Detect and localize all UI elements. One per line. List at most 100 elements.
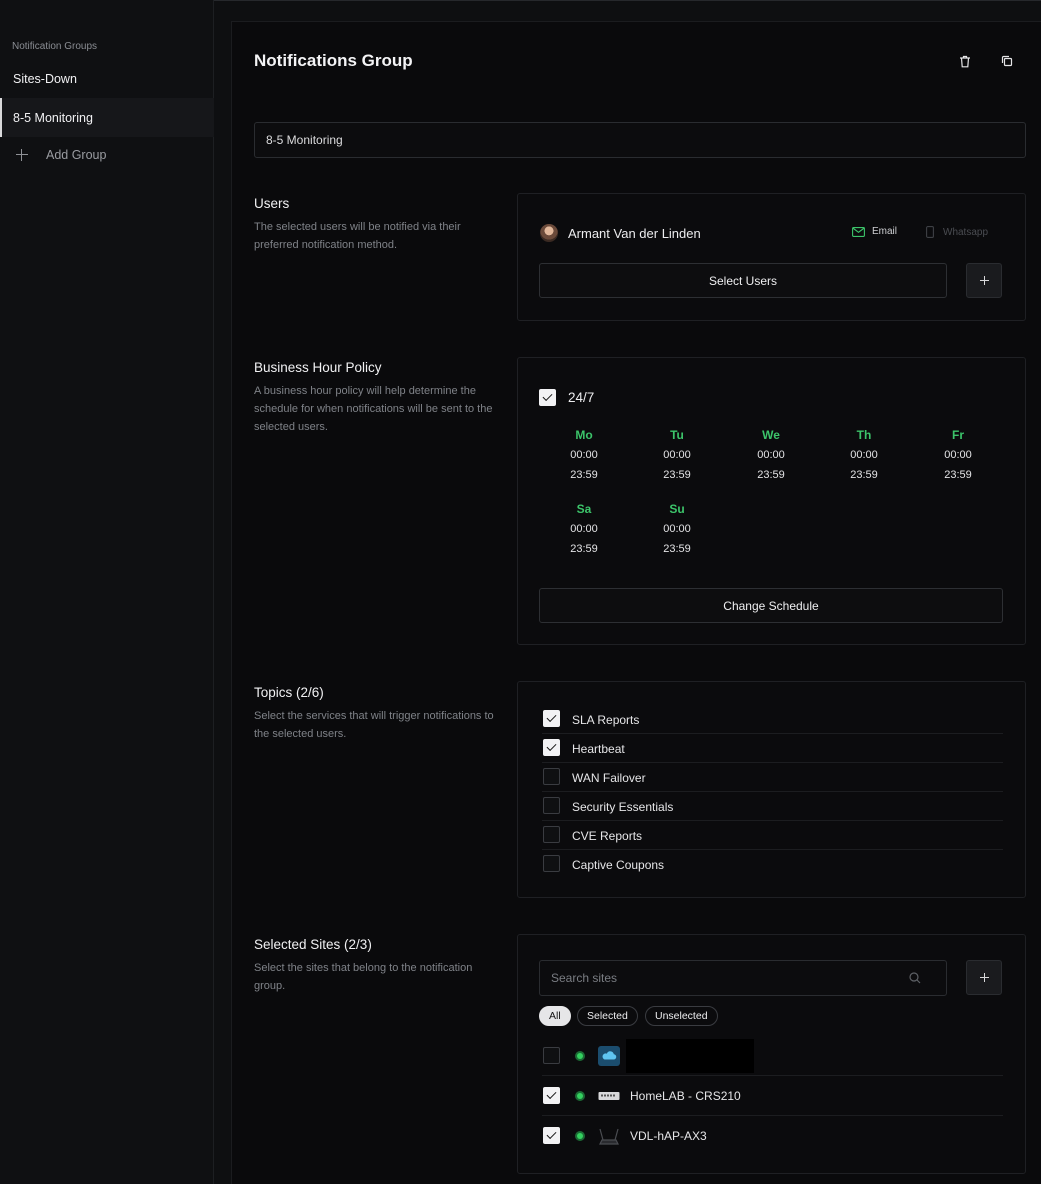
site-checkbox[interactable] [543, 1087, 560, 1104]
day-start: 00:00 [944, 449, 972, 461]
day-end: 23:59 [570, 543, 598, 555]
sidebar-item-label: 8-5 Monitoring [13, 110, 93, 125]
site-row[interactable]: VDL-hAP-AX3 [542, 1116, 1003, 1156]
filter-unselected[interactable]: Unselected [645, 1006, 718, 1026]
sidebar-heading: Notification Groups [12, 41, 98, 52]
site-checkbox[interactable] [543, 1127, 560, 1144]
copy-icon [1001, 55, 1013, 67]
topic-label: Security Essentials [572, 800, 674, 814]
filter-all[interactable]: All [539, 1006, 571, 1026]
day-end: 23:59 [944, 469, 972, 481]
switch-icon [597, 1085, 621, 1107]
topics-section-description: Select the services that will trigger no… [254, 710, 494, 740]
email-toggle[interactable]: Email [852, 226, 897, 237]
day-schedule: Sa 00:00 23:59 [554, 499, 614, 559]
day-end: 23:59 [850, 469, 878, 481]
status-online-icon [575, 1131, 585, 1141]
day-schedule: Su 00:00 23:59 [647, 499, 707, 559]
business-hours-section-description: A business hour policy will help determi… [254, 385, 493, 433]
delete-button[interactable] [954, 50, 976, 72]
select-users-label: Select Users [708, 273, 778, 288]
select-users-button[interactable]: Select Users [539, 263, 947, 298]
sidebar-item-label: Sites-Down [13, 71, 77, 86]
sites-card: All Selected Unselected [517, 934, 1026, 1174]
add-group-button[interactable]: Add Group [16, 145, 106, 165]
add-site-button[interactable] [966, 960, 1002, 995]
day-start: 00:00 [663, 523, 691, 535]
topic-checkbox[interactable] [543, 855, 560, 872]
topic-label: Captive Coupons [572, 858, 665, 872]
business-hours-section-title: Business Hour Policy [254, 360, 382, 375]
whatsapp-label: Whatsapp [943, 226, 989, 238]
day-name: Th [856, 428, 872, 442]
site-row[interactable] [542, 1036, 1003, 1076]
site-search-input[interactable] [539, 960, 947, 996]
day-schedule: Th 00:00 23:59 [834, 425, 894, 485]
day-end: 23:59 [663, 543, 691, 555]
sites-section-description: Select the sites that belong to the noti… [254, 962, 473, 992]
topic-label: SLA Reports [572, 713, 640, 727]
sites-section-title: Selected Sites (2/3) [254, 937, 372, 952]
sidebar: Notification Groups Sites-Down 8-5 Monit… [0, 0, 214, 1184]
topic-row[interactable]: CVE Reports [542, 821, 1003, 850]
users-card: Armant Van der Linden Email Whatsapp Sel… [517, 193, 1026, 321]
sidebar-item-sites-down[interactable]: Sites-Down [0, 59, 214, 98]
day-end: 23:59 [757, 469, 785, 481]
filter-label: Unselected [655, 1010, 708, 1022]
topic-checkbox[interactable] [543, 797, 560, 814]
day-schedule: Mo 00:00 23:59 [554, 425, 614, 485]
site-name: HomeLAB - CRS210 [630, 1089, 741, 1103]
topic-checkbox[interactable] [543, 710, 560, 727]
router-icon [597, 1125, 621, 1147]
email-label: Email [872, 226, 898, 237]
day-start: 00:00 [757, 449, 785, 461]
trash-icon [960, 55, 970, 67]
mail-icon [852, 226, 865, 237]
status-online-icon [575, 1051, 585, 1061]
filter-selected[interactable]: Selected [577, 1006, 638, 1026]
topic-label: CVE Reports [572, 829, 643, 843]
avatar [540, 224, 558, 242]
day-end: 23:59 [570, 469, 598, 481]
plus-icon [16, 149, 28, 161]
user-name: Armant Van der Linden [568, 225, 701, 241]
users-section-title: Users [254, 196, 290, 211]
site-checkbox[interactable] [543, 1047, 560, 1064]
day-start: 00:00 [850, 449, 878, 461]
topics-section-title: Topics (2/6) [254, 685, 324, 700]
day-name: Fr [952, 428, 964, 442]
always-on-checkbox[interactable] [539, 389, 556, 406]
add-group-label: Add Group [46, 148, 107, 162]
phone-icon [926, 226, 934, 238]
change-schedule-label: Change Schedule [723, 598, 819, 613]
day-name: Tu [670, 428, 684, 442]
sidebar-item-8-5-monitoring[interactable]: 8-5 Monitoring [0, 98, 214, 137]
whatsapp-toggle[interactable]: Whatsapp [926, 226, 988, 238]
status-online-icon [575, 1091, 585, 1101]
topic-checkbox[interactable] [543, 739, 560, 756]
site-name: VDL-hAP-AX3 [630, 1129, 707, 1143]
site-row[interactable]: HomeLAB - CRS210 [542, 1076, 1003, 1116]
cloud-icon [597, 1045, 621, 1067]
topic-row[interactable]: WAN Failover [542, 763, 1003, 792]
topic-row[interactable]: Captive Coupons [542, 850, 1003, 879]
day-name: Mo [575, 428, 593, 442]
topic-checkbox[interactable] [543, 826, 560, 843]
duplicate-button[interactable] [996, 50, 1018, 72]
topics-card: SLA Reports Heartbeat WAN Failover Secur… [517, 681, 1026, 898]
filter-label: Selected [587, 1010, 628, 1022]
day-name: Su [669, 502, 685, 516]
day-end: 23:59 [663, 469, 691, 481]
topic-row[interactable]: SLA Reports [542, 705, 1003, 734]
day-start: 00:00 [663, 449, 691, 461]
day-schedule: Tu 00:00 23:59 [647, 425, 707, 485]
add-user-button[interactable] [966, 263, 1002, 298]
topic-checkbox[interactable] [543, 768, 560, 785]
group-name-input[interactable] [254, 122, 1026, 158]
topic-row[interactable]: Security Essentials [542, 792, 1003, 821]
business-hours-card: 24/7 Mo 00:00 23:59 Tu 00:00 23:59 We 00… [517, 357, 1026, 645]
change-schedule-button[interactable]: Change Schedule [539, 588, 1003, 623]
page-title: Notifications Group [254, 51, 413, 70]
topic-row[interactable]: Heartbeat [542, 734, 1003, 763]
plus-icon [979, 973, 989, 982]
